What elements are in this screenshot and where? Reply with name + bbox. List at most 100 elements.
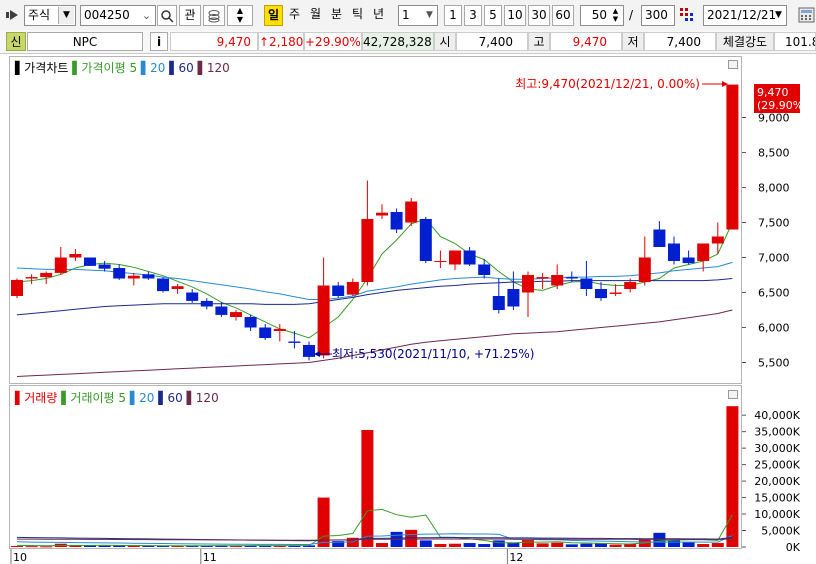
candle-body[interactable]	[40, 272, 53, 278]
candle-body[interactable]	[84, 257, 96, 266]
volume-bar[interactable]	[419, 540, 432, 547]
volume-bar[interactable]	[551, 542, 564, 547]
volume-axis-label: 25,000K	[754, 459, 800, 472]
volume-axis-label: 20,000K	[754, 475, 800, 488]
volume-bar[interactable]	[405, 529, 418, 547]
candle-body[interactable]	[682, 257, 695, 264]
candle-body[interactable]	[624, 282, 637, 289]
candle-body[interactable]	[186, 292, 199, 301]
candle-body[interactable]	[492, 296, 505, 310]
volume-axis-label: 35,000K	[754, 426, 800, 439]
candle-body[interactable]	[288, 341, 301, 343]
volume-bar[interactable]	[478, 544, 491, 547]
candle-body[interactable]	[127, 275, 140, 279]
candle-body[interactable]	[142, 274, 155, 279]
volume-axis-label: 15,000K	[754, 492, 800, 505]
candle-body[interactable]	[390, 212, 403, 230]
volume-axis-label: 40,000K	[754, 409, 800, 422]
candle-body[interactable]	[609, 292, 622, 294]
current-price-badge-pct: (29.90%)	[757, 99, 808, 112]
volume-bar[interactable]	[653, 532, 666, 547]
candle-body[interactable]	[478, 264, 491, 276]
price-axis-label: 7,000	[758, 252, 790, 265]
x-axis-label: 12	[509, 551, 523, 564]
price-axis-label: 6,500	[758, 287, 790, 300]
candle-body[interactable]	[449, 250, 461, 265]
candle-body[interactable]	[98, 264, 111, 269]
candle-body[interactable]	[346, 282, 359, 295]
candle-body[interactable]	[419, 219, 432, 261]
min-price-annotation: 최저:5,530(2021/11/10, +71.25%)	[332, 347, 534, 361]
candle-body[interactable]	[54, 257, 67, 273]
candle-body[interactable]	[361, 219, 374, 282]
volume-bar[interactable]	[492, 540, 505, 547]
volume-bar[interactable]	[434, 544, 447, 547]
candle-body[interactable]	[25, 277, 38, 279]
candle-body[interactable]	[157, 278, 169, 292]
candle-body[interactable]	[697, 243, 710, 262]
candle-body[interactable]	[638, 257, 651, 283]
price-axis-label: 9,000	[758, 112, 790, 125]
candle-body[interactable]	[580, 278, 593, 290]
x-axis-label: 10	[13, 551, 27, 564]
candle-body[interactable]	[405, 201, 418, 223]
volume-bar[interactable]	[609, 544, 622, 547]
volume-bar[interactable]	[522, 540, 534, 547]
current-price-badge-value: 9,470	[757, 86, 789, 99]
volume-bar[interactable]	[536, 543, 549, 547]
candle-body[interactable]	[200, 300, 213, 307]
candle-body[interactable]	[536, 277, 549, 279]
x-axis-label: 11	[203, 551, 217, 564]
price-axis-label: 5,500	[758, 357, 790, 370]
candle-body[interactable]	[259, 327, 272, 339]
candle-body[interactable]	[11, 279, 23, 296]
volume-bar[interactable]	[40, 546, 53, 548]
volume-bar[interactable]	[726, 406, 739, 547]
candle-body[interactable]	[551, 275, 564, 286]
candle-body[interactable]	[317, 285, 330, 356]
volume-bar[interactable]	[361, 430, 374, 547]
volume-axis-label: 30,000K	[754, 442, 800, 455]
candle-body[interactable]	[653, 229, 666, 248]
volume-bar[interactable]	[376, 543, 388, 547]
volume-bar[interactable]	[682, 542, 695, 547]
candle-body[interactable]	[376, 212, 388, 216]
volume-bar[interactable]	[711, 543, 724, 547]
volume-bar[interactable]	[565, 544, 578, 547]
candle-body[interactable]	[244, 317, 257, 328]
volume-axis-label: 5,000K	[761, 525, 800, 538]
volume-bar[interactable]	[668, 540, 680, 547]
candle-body[interactable]	[595, 289, 607, 299]
volume-bar[interactable]	[25, 546, 38, 548]
candle-body[interactable]	[303, 345, 315, 357]
candle-body[interactable]	[69, 254, 82, 258]
volume-axis-label: 10,000K	[754, 508, 800, 521]
candle-body[interactable]	[565, 277, 578, 279]
candle-body[interactable]	[726, 84, 739, 230]
volume-bar[interactable]	[580, 543, 593, 547]
volume-ma-5-line	[16, 508, 733, 547]
max-price-annotation: 최고:9,470(2021/12/21, 0.00%)	[515, 77, 700, 91]
candle-body[interactable]	[522, 275, 534, 293]
price-ma-120-line	[16, 309, 733, 377]
price-axis-label: 8,500	[758, 147, 790, 160]
volume-bar[interactable]	[11, 546, 23, 548]
candle-body[interactable]	[434, 261, 447, 262]
candle-body[interactable]	[711, 236, 724, 244]
candle-body[interactable]	[215, 306, 228, 315]
candle-body[interactable]	[463, 250, 476, 265]
candle-body[interactable]	[171, 286, 184, 289]
candle-body[interactable]	[332, 285, 345, 297]
volume-bar[interactable]	[463, 543, 476, 547]
candle-body[interactable]	[113, 268, 126, 279]
stock-chart[interactable]: 5,500 6,000 6,500 7,000 7,500 8,000 8,500 9,000…	[0, 0, 816, 564]
candle-body[interactable]	[230, 312, 242, 317]
volume-bar[interactable]	[98, 545, 111, 547]
candle-body[interactable]	[668, 243, 680, 262]
price-axis-label: 6,000	[758, 322, 790, 335]
candle-body[interactable]	[273, 328, 286, 331]
price-axis-label: 7,500	[758, 217, 790, 230]
candle-body[interactable]	[507, 289, 520, 307]
volume-bar[interactable]	[449, 543, 461, 547]
volume-bar[interactable]	[697, 544, 710, 547]
